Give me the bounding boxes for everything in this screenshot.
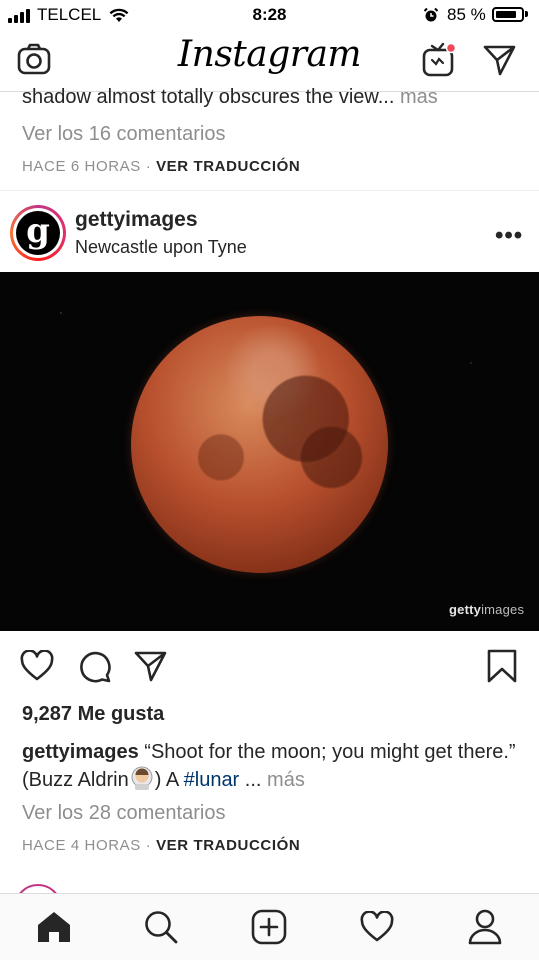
previous-caption-tail: shadow almost totally obscures the view.… [22,86,438,109]
caption-username[interactable]: gettyimages [22,741,139,763]
battery-tip [525,11,528,17]
view-comments-link[interactable]: Ver los 28 comentarios [22,802,225,825]
previous-timestamp: HACE 6 HORAS [22,158,141,175]
add-post-icon[interactable] [251,909,287,945]
post-caption: gettyimages “Shoot for the moon; you mig… [22,739,522,794]
battery-percentage: 85 % [447,5,486,24]
caption-after-emoji: ) A [154,769,184,791]
timestamp-row: HACE 4 HORAS · VER TRADUCCIÓN [22,837,300,854]
direct-message-icon[interactable] [483,44,517,76]
instagram-logo[interactable]: Instagram [0,34,539,75]
photo-watermark: gettyimages [449,602,524,617]
astronaut-emoji-icon [131,766,153,790]
more-options-icon[interactable]: ••• [495,222,523,250]
post-divider [0,190,539,191]
post-timestamp: HACE 4 HORAS [22,837,141,854]
previous-timestamp-row: HACE 6 HORAS · VER TRADUCCIÓN [22,158,300,175]
search-icon[interactable] [143,909,179,945]
watermark-part-a: getty [449,602,482,617]
comment-icon[interactable] [78,650,112,684]
previous-more-link[interactable]: mas [400,86,438,108]
bottom-navigation [0,893,539,960]
igtv-icon[interactable] [421,40,457,78]
post-location[interactable]: Newcastle upon Tyne [75,237,247,258]
previous-caption-text: shadow almost totally obscures the view.… [22,86,395,108]
battery-icon [492,7,524,22]
caption-ellipsis: ... [239,769,268,791]
profile-icon[interactable] [467,908,503,946]
bookmark-icon[interactable] [486,649,518,683]
previous-translate-link[interactable]: VER TRADUCCIÓN [156,158,300,175]
previous-view-comments[interactable]: Ver los 16 comentarios [22,123,225,146]
share-icon[interactable] [134,650,168,682]
like-count[interactable]: 9,287 Me gusta [22,703,164,726]
caption-more-link[interactable]: más [267,769,305,791]
alarm-icon [423,7,439,22]
status-bar: TELCEL 8:28 85 % [0,0,539,30]
avatar[interactable]: g [16,211,60,255]
post-username[interactable]: gettyimages [75,208,198,232]
watermark-part-b: images [481,602,525,617]
lunar-eclipse-moon [131,316,388,573]
caption-hashtag[interactable]: #lunar [184,769,240,791]
home-icon[interactable] [36,910,72,944]
activity-heart-icon[interactable] [359,911,395,943]
timestamp-separator: · [145,837,152,854]
heart-icon[interactable] [20,650,54,682]
app-header: Instagram [0,30,539,92]
previous-separator: · [145,158,152,175]
translate-link[interactable]: VER TRADUCCIÓN [156,837,300,854]
